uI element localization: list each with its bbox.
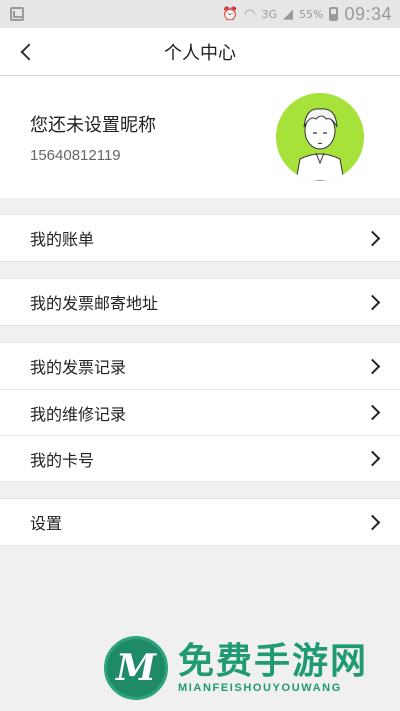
watermark-text-cn: 免费手游网 [178,641,369,682]
top-nav-bar: 个人中心 [0,28,400,76]
menu-item-my-bill[interactable]: 我的账单 [0,215,400,261]
chevron-right-icon [364,294,381,310]
menu-group-records: 我的发票记录 我的维修记录 我的卡号 [0,342,400,482]
profile-info: 您还未设置昵称 15640812119 [30,111,156,164]
menu-item-invoice-records[interactable]: 我的发票记录 [0,343,400,389]
image-notification-icon [10,7,24,21]
chevron-right-icon [364,514,381,530]
back-button[interactable] [14,40,38,64]
battery-icon [329,7,339,21]
chevron-right-icon [364,358,381,374]
menu-item-label: 我的卡号 [30,450,95,470]
clock: 09:34 [344,3,392,24]
page-title: 个人中心 [164,42,236,64]
menu-item-label: 我的发票邮寄地址 [30,294,159,313]
menu-item-card-number[interactable]: 我的卡号 [0,435,400,481]
menu-item-label: 设置 [30,514,63,533]
chevron-left-icon [20,43,38,61]
alarm-icon: ⏰ [221,6,239,22]
watermark-logo: M [104,636,168,700]
status-bar: ⏰ ◠ 3G ◢ 55% 09:34 [0,0,400,28]
nickname: 您还未设置昵称 [30,114,156,136]
menu-item-invoice-address[interactable]: 我的发票邮寄地址 [0,279,400,325]
menu-item-label: 我的维修记录 [30,404,127,424]
chevron-right-icon [364,404,381,421]
network-type: 3G [261,7,277,21]
menu-item-label: 我的发票记录 [30,358,127,377]
menu-group-bill: 我的账单 [0,214,400,262]
phone-number: 15640812119 [30,146,121,164]
menu-group-address: 我的发票邮寄地址 [0,278,400,326]
menu-item-label: 我的账单 [30,230,95,249]
menu-item-repair-records[interactable]: 我的维修记录 [0,389,400,435]
watermark-text-en: MIANFEISHOUYOUWANG [178,682,342,694]
profile-card[interactable]: 您还未设置昵称 15640812119 [0,76,400,198]
signal-icon: ◢ [283,6,293,22]
chevron-right-icon [364,230,381,246]
wifi-icon: ◠ [244,6,256,22]
menu-item-settings[interactable]: 设置 [0,499,400,545]
avatar-illustration [276,93,364,181]
watermark-text: 免费手游网 MIANFEISHOUYOUWANG [178,641,369,695]
avatar[interactable] [276,93,364,181]
menu-group-settings: 设置 [0,498,400,546]
chevron-right-icon [364,450,381,467]
watermark: M 免费手游网 MIANFEISHOUYOUWANG [104,636,368,700]
battery-percent: 55% [299,7,324,21]
